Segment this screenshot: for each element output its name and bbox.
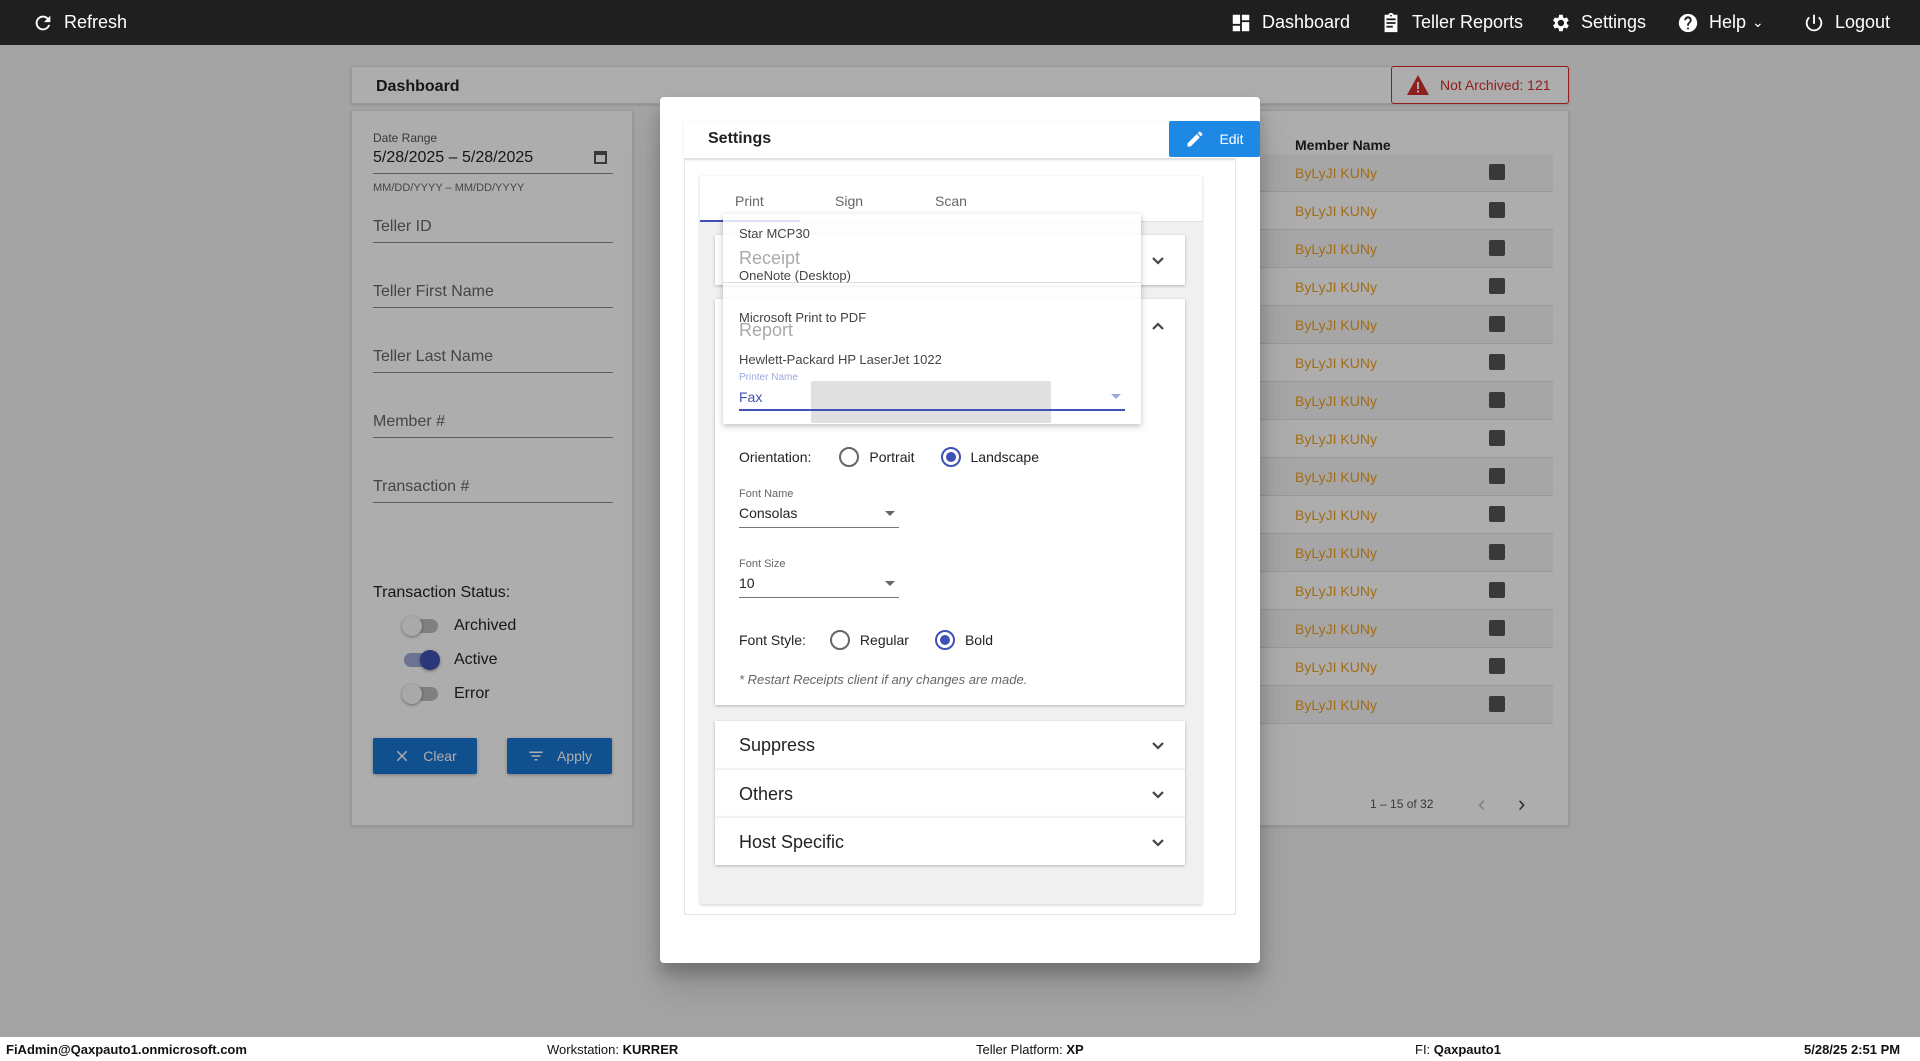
- printer-name-value: Fax: [739, 389, 763, 405]
- refresh-icon: [35, 15, 51, 30]
- font-size-value: 10: [739, 575, 755, 591]
- printer-option[interactable]: Star MCP30: [739, 226, 810, 241]
- chevron-down-icon[interactable]: [1151, 254, 1164, 266]
- dropdown-arrow-icon: [1111, 394, 1121, 399]
- others-section-title: Others: [739, 784, 794, 804]
- edit-label: Edit: [1219, 131, 1244, 147]
- printer-option[interactable]: OneNote (Desktop): [739, 268, 851, 283]
- status-bar: FiAdmin@Qaxpauto1.onmicrosoft.com Workst…: [0, 1037, 1920, 1061]
- printer-option[interactable]: Hewlett-Packard HP LaserJet 1022: [739, 352, 942, 367]
- printer-name-select[interactable]: Printer Name Fax: [739, 372, 1125, 411]
- teller-platform-info: Teller Platform: XP: [976, 1042, 1084, 1057]
- top-navigation-bar: Refresh Dashboard Teller Reports Setting…: [0, 0, 1920, 45]
- tab-scan[interactable]: Scan: [935, 193, 967, 209]
- restart-note: * Restart Receipts client if any changes…: [739, 672, 1028, 687]
- nav-logout[interactable]: Logout: [1803, 0, 1890, 45]
- font-name-value: Consolas: [739, 505, 798, 521]
- suppress-section[interactable]: Suppress: [715, 721, 1185, 769]
- nav-settings[interactable]: Settings: [1549, 0, 1646, 45]
- nav-settings-label: Settings: [1581, 12, 1647, 32]
- font-style-row: Font Style: Regular Bold: [739, 630, 993, 650]
- receipt-section-title: Receipt: [739, 248, 801, 268]
- help-icon: [1678, 13, 1698, 32]
- printer-dropdown: Receipt Report Star MCP30 OneNote (Deskt…: [723, 214, 1141, 424]
- bold-radio[interactable]: [934, 630, 955, 650]
- dropdown-arrow-icon: [885, 511, 895, 516]
- datetime: 5/28/25 2:51 PM: [1804, 1042, 1901, 1057]
- font-style-label: Font Style:: [739, 632, 806, 648]
- font-size-label: Font Size: [739, 558, 786, 570]
- nav-help[interactable]: Help ⌄: [1677, 0, 1764, 45]
- nav-teller-reports[interactable]: Teller Reports: [1380, 0, 1523, 45]
- orientation-row: Orientation: Portrait Landscape: [739, 447, 1039, 467]
- gear-icon: [1553, 14, 1569, 31]
- regular-radio[interactable]: [829, 630, 850, 650]
- host-specific-section[interactable]: Host Specific: [715, 817, 1185, 865]
- nav-logout-label: Logout: [1835, 12, 1891, 32]
- nav-dashboard[interactable]: Dashboard: [1230, 0, 1350, 45]
- font-name-select[interactable]: Consolas: [739, 505, 899, 528]
- portrait-label[interactable]: Portrait: [869, 449, 914, 465]
- printer-name-label: Printer Name: [739, 372, 798, 383]
- fi-info: FI: Qaxpauto1: [1415, 1042, 1501, 1057]
- nav-help-label: Help: [1709, 12, 1747, 32]
- focus-underline: [739, 409, 1125, 411]
- host-specific-section-title: Host Specific: [739, 832, 845, 852]
- landscape-label[interactable]: Landscape: [971, 449, 1040, 465]
- tab-sign[interactable]: Sign: [835, 193, 863, 209]
- dropdown-arrow-icon: [885, 581, 895, 586]
- bold-label[interactable]: Bold: [965, 632, 993, 648]
- current-user: FiAdmin@Qaxpauto1.onmicrosoft.com: [6, 1042, 247, 1057]
- suppress-section-title: Suppress: [739, 735, 816, 755]
- printer-option[interactable]: Microsoft Print to PDF: [739, 310, 866, 325]
- clipboard-icon: [1384, 12, 1398, 32]
- refresh-label: Refresh: [64, 12, 128, 32]
- font-name-label: Font Name: [739, 488, 794, 500]
- power-icon: [1805, 14, 1823, 31]
- font-size-select[interactable]: 10: [739, 575, 899, 598]
- settings-dialog-header: Settings Edit: [684, 121, 1260, 159]
- nav-dashboard-label: Dashboard: [1262, 12, 1351, 32]
- chevron-down-icon[interactable]: [1151, 739, 1164, 751]
- settings-dialog-title: Settings: [708, 130, 772, 147]
- regular-label[interactable]: Regular: [860, 632, 909, 648]
- chevron-down-icon[interactable]: [1151, 788, 1164, 800]
- refresh-button[interactable]: Refresh: [32, 0, 127, 45]
- chevron-down-icon[interactable]: [1151, 836, 1164, 848]
- nav-teller-reports-label: Teller Reports: [1412, 12, 1524, 32]
- dashboard-icon: [1232, 14, 1250, 31]
- workstation-info: Workstation: KURRER: [547, 1042, 679, 1057]
- landscape-radio[interactable]: [940, 447, 961, 467]
- pencil-icon: [1187, 131, 1203, 147]
- edit-button[interactable]: Edit: [1169, 121, 1260, 157]
- chevron-up-icon[interactable]: [1151, 319, 1164, 331]
- tab-print[interactable]: Print: [735, 193, 764, 209]
- portrait-radio[interactable]: [839, 447, 860, 467]
- chevron-down-icon: ⌄: [1752, 14, 1764, 30]
- others-section[interactable]: Others: [715, 769, 1185, 817]
- orientation-label: Orientation:: [739, 449, 812, 465]
